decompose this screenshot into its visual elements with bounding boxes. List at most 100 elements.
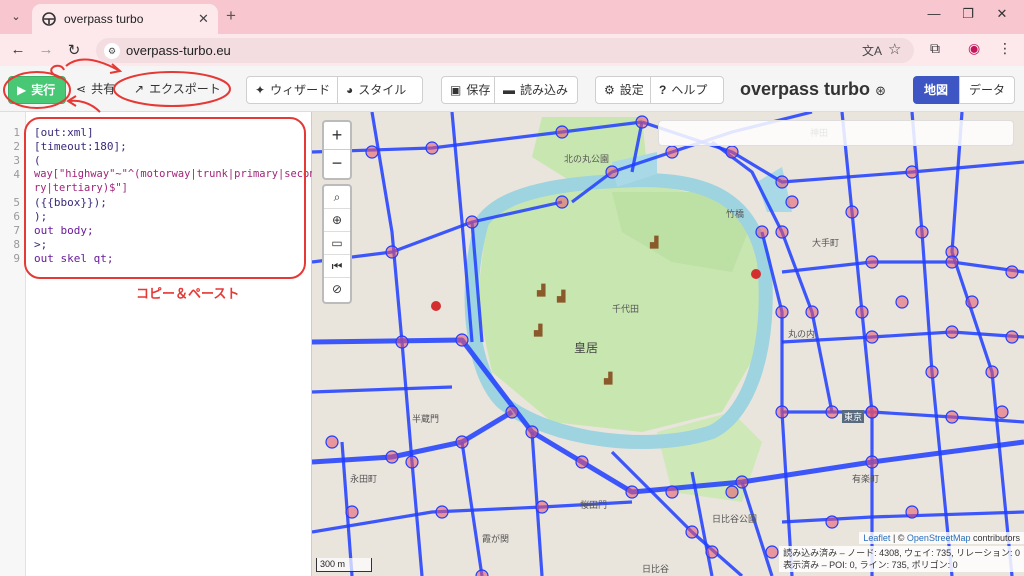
- highway-node[interactable]: [865, 455, 879, 469]
- map-label: 霞が関: [482, 534, 510, 544]
- browser-tab[interactable]: overpass turbo ✕: [32, 4, 218, 34]
- highway-node[interactable]: [995, 405, 1009, 419]
- highway-node[interactable]: [865, 255, 879, 269]
- highway-node[interactable]: [555, 125, 569, 139]
- extensions-icon[interactable]: ⧉: [930, 40, 940, 57]
- tab-search-icon[interactable]: ⌄: [6, 8, 26, 26]
- highway-node[interactable]: [895, 295, 909, 309]
- search-icon[interactable]: ⌕: [324, 186, 350, 209]
- highway-node[interactable]: [865, 330, 879, 344]
- highway-node[interactable]: [555, 195, 569, 209]
- tab-data[interactable]: データ: [959, 76, 1015, 104]
- profile-icon[interactable]: ◉: [968, 40, 980, 57]
- highway-node[interactable]: [395, 335, 409, 349]
- highway-node[interactable]: [405, 455, 419, 469]
- window-close-icon[interactable]: ✕: [990, 6, 1014, 22]
- highway-node[interactable]: [385, 450, 399, 464]
- highway-node[interactable]: [525, 425, 539, 439]
- highway-node[interactable]: [945, 325, 959, 339]
- highway-node[interactable]: [945, 255, 959, 269]
- highway-node[interactable]: [915, 225, 929, 239]
- highway-node[interactable]: [965, 295, 979, 309]
- highway-node[interactable]: [905, 165, 919, 179]
- highway-node[interactable]: [535, 500, 549, 514]
- image-icon[interactable]: ▭: [324, 232, 350, 255]
- highway-node[interactable]: [665, 485, 679, 499]
- highway-node[interactable]: [505, 405, 519, 419]
- map-view[interactable]: ▟ ▟ ▟ ▟ ▟ 北の丸公園 皇居 千代田 竹橋 神田 東京 有楽町 日比谷公…: [312, 112, 1024, 576]
- highway-node[interactable]: [575, 455, 589, 469]
- highway-node[interactable]: [635, 115, 649, 129]
- highway-node[interactable]: [1005, 265, 1019, 279]
- load-button[interactable]: ▬ 読み込み: [494, 76, 578, 104]
- highway-node[interactable]: [435, 505, 449, 519]
- highway-node[interactable]: [855, 305, 869, 319]
- zoom-out-button[interactable]: −: [324, 150, 350, 178]
- highway-node[interactable]: [455, 435, 469, 449]
- crosshair-icon[interactable]: ⊕: [324, 209, 350, 232]
- highway-node[interactable]: [775, 175, 789, 189]
- highway-node[interactable]: [905, 505, 919, 519]
- translate-icon[interactable]: 文A: [862, 42, 882, 59]
- highway-node[interactable]: [825, 515, 839, 529]
- run-button[interactable]: ▶ 実行: [8, 76, 66, 104]
- highway-node[interactable]: [605, 165, 619, 179]
- highway-node[interactable]: [365, 145, 379, 159]
- query-editor[interactable]: 1 2 3 4 5 6 7 8 9 [out:xml] [timeout:180…: [0, 112, 328, 576]
- new-tab-icon[interactable]: +: [226, 6, 236, 26]
- close-icon[interactable]: ✕: [198, 11, 209, 27]
- minimize-icon[interactable]: —: [922, 6, 946, 21]
- highway-node[interactable]: [825, 405, 839, 419]
- share-button[interactable]: ⋖ 共有: [68, 76, 123, 104]
- highway-node[interactable]: [625, 485, 639, 499]
- highway-node[interactable]: [385, 245, 399, 259]
- highway-node[interactable]: [865, 405, 879, 419]
- style-button[interactable]: ◕ スタイル: [337, 76, 423, 104]
- highway-node[interactable]: [845, 205, 859, 219]
- highway-node[interactable]: [345, 505, 359, 519]
- highway-node[interactable]: [765, 545, 779, 559]
- forward-icon[interactable]: →: [36, 41, 56, 58]
- menu-icon[interactable]: ⋮: [998, 40, 1012, 57]
- highway-node[interactable]: [665, 145, 679, 159]
- highway-node[interactable]: [985, 365, 999, 379]
- help-button[interactable]: ? ヘルプ: [650, 76, 724, 104]
- highway-node[interactable]: [725, 485, 739, 499]
- step-back-icon[interactable]: ⏮: [324, 255, 350, 278]
- url-field[interactable]: ⚙ overpass-turbo.eu 文A ☆: [96, 38, 914, 63]
- highway-node[interactable]: [325, 435, 339, 449]
- map-canvas[interactable]: ▟ ▟ ▟ ▟ ▟: [312, 112, 1024, 576]
- highway-node[interactable]: [805, 305, 819, 319]
- highway-node[interactable]: [925, 365, 939, 379]
- highway-node[interactable]: [465, 215, 479, 229]
- tab-map[interactable]: 地図: [913, 76, 959, 104]
- highway-node[interactable]: [455, 333, 469, 347]
- leaflet-link[interactable]: Leaflet: [863, 533, 890, 543]
- save-button[interactable]: ▣ 保存: [441, 76, 495, 104]
- zoom-in-button[interactable]: +: [324, 122, 350, 150]
- highway-node[interactable]: [425, 141, 439, 155]
- highway-node[interactable]: [735, 475, 749, 489]
- highway-node[interactable]: [775, 305, 789, 319]
- osm-link[interactable]: OpenStreetMap: [907, 533, 971, 543]
- highway-node[interactable]: [775, 405, 789, 419]
- highway-node[interactable]: [775, 225, 789, 239]
- wizard-button[interactable]: ✦ ウィザード: [246, 76, 338, 104]
- highway-node[interactable]: [705, 545, 719, 559]
- prohibit-icon[interactable]: ⊘: [324, 278, 350, 301]
- reload-icon[interactable]: ↻: [64, 41, 84, 59]
- highway-node[interactable]: [725, 145, 739, 159]
- bookmark-star-icon[interactable]: ☆: [888, 40, 901, 58]
- highway-node[interactable]: [685, 525, 699, 539]
- highway-node[interactable]: [755, 225, 769, 239]
- highway-node[interactable]: [785, 195, 799, 209]
- export-button[interactable]: ↗ エクスポート: [126, 76, 229, 104]
- highway-node[interactable]: [1005, 330, 1019, 344]
- settings-button[interactable]: ⚙ 設定: [595, 76, 651, 104]
- restore-icon[interactable]: ❐: [956, 6, 980, 22]
- site-settings-icon[interactable]: ⚙: [104, 43, 120, 59]
- highway-node[interactable]: [945, 410, 959, 424]
- map-search-input[interactable]: [658, 120, 1014, 146]
- url-text[interactable]: overpass-turbo.eu: [126, 43, 231, 58]
- back-icon[interactable]: ←: [8, 41, 28, 58]
